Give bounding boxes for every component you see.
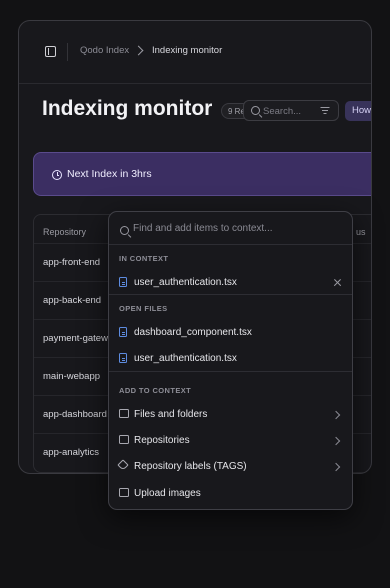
file-icon [119,277,127,287]
divider [109,294,352,295]
repo-name: app-back-end [43,295,102,306]
files-and-folders-option[interactable]: Files and folders [109,405,352,425]
repositories-option[interactable]: Repositories [109,431,352,451]
open-file-item[interactable]: user_authentication.tsx [109,349,352,369]
clock-icon [52,170,62,180]
breadcrumb-current: Indexing monitor [152,45,223,56]
repo-name: main-webapp [43,371,101,382]
context-search-input[interactable]: Find and add items to context... [133,223,273,234]
banner-text: Next Index in 3hrs [67,168,152,180]
file-icon [119,409,129,418]
sidebar-toggle-icon[interactable] [45,46,56,57]
next-index-banner: Next Index in 3hrs [33,152,371,196]
file-name: dashboard_component.tsx [134,327,252,338]
search-placeholder: Search... [263,106,302,117]
search-icon [120,226,129,235]
upload-images-option[interactable]: Upload images [109,484,352,504]
search-input[interactable]: Search... [243,100,339,121]
option-label: Files and folders [134,409,208,420]
repo-name: app-analytics [43,447,99,458]
repo-name: app-dashboard [43,409,107,420]
tag-icon [117,459,129,471]
divider [67,43,68,61]
section-in-context: IN CONTEXT [119,254,169,263]
page-title: Indexing monitor [42,97,213,120]
divider [109,244,352,245]
option-label: Repositories [134,435,190,446]
repo-name: app-front-end [43,257,101,268]
divider [109,371,352,372]
remove-icon[interactable] [333,278,342,287]
in-context-item[interactable]: user_authentication.tsx [109,273,352,293]
repository-labels-option[interactable]: Repository labels (TAGS) [109,457,352,477]
chevron-right-icon [331,410,341,420]
how-button[interactable]: How [345,101,371,121]
file-icon [119,327,127,337]
image-icon [119,488,129,497]
column-header-repository[interactable]: Repository [43,227,86,237]
chevron-right-icon [331,436,341,446]
repo-name: payment-gatewa [43,333,114,344]
section-open-files: OPEN FILES [119,304,168,313]
open-file-item[interactable]: dashboard_component.tsx [109,323,352,343]
search-icon [251,106,260,115]
column-header-status[interactable]: us [356,227,366,237]
folder-icon [119,435,129,444]
section-add-to-context: ADD TO CONTEXT [119,386,192,395]
option-label: Upload images [134,488,201,499]
file-name: user_authentication.tsx [134,353,237,364]
top-bar: Qodo Index Indexing monitor [19,21,371,84]
breadcrumb-parent[interactable]: Qodo Index [80,45,129,56]
option-label: Repository labels (TAGS) [134,461,247,472]
filter-icon[interactable] [320,107,329,115]
file-name: user_authentication.tsx [134,277,237,288]
context-picker-popup: Find and add items to context... IN CONT… [108,211,353,510]
file-icon [119,353,127,363]
chevron-right-icon [133,45,144,56]
chevron-right-icon [331,462,341,472]
